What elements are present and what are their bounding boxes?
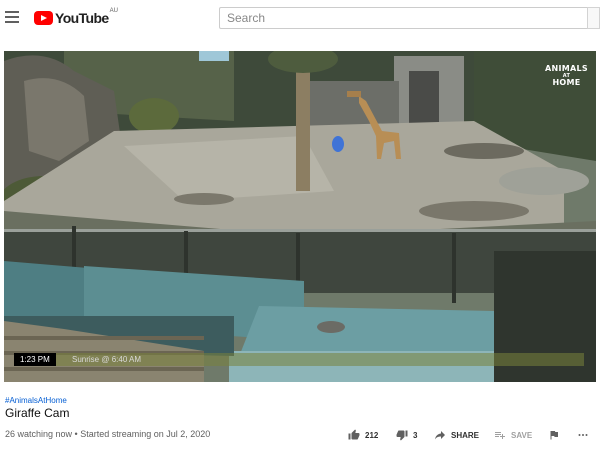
share-button[interactable]: SHARE <box>434 427 479 443</box>
thumbs-up-icon <box>348 429 360 440</box>
thumbs-down-icon <box>396 430 408 441</box>
watermark: ANIMALS AT HOME <box>545 65 588 87</box>
save-button[interactable]: SAVE <box>494 427 532 443</box>
dislike-count: 3 <box>413 430 418 440</box>
share-arrow-icon <box>435 431 445 440</box>
logo-region: AU <box>109 8 118 14</box>
clock-label: 1:23 PM <box>14 353 56 366</box>
share-label: SHARE <box>451 430 480 440</box>
playlist-add-icon <box>495 432 505 439</box>
search-placeholder: Search <box>227 11 266 25</box>
top-bar: YouTube AU Search <box>0 0 600 36</box>
logo-text: YouTube <box>55 10 109 26</box>
like-button[interactable]: 212 <box>348 427 378 443</box>
video-meta: 26 watching now • Started streaming on J… <box>5 429 211 439</box>
search-button[interactable] <box>587 7 600 29</box>
more-actions-button[interactable] <box>577 427 589 443</box>
more-horizontal-icon <box>578 434 588 436</box>
watermark-line1: ANIMALS <box>545 64 588 73</box>
video-title: Giraffe Cam <box>5 406 70 420</box>
search-input[interactable]: Search <box>219 7 587 29</box>
youtube-logo-icon <box>34 11 53 25</box>
dislike-button[interactable]: 3 <box>396 427 417 443</box>
sunrise-label: Sunrise @ 6:40 AM <box>72 355 142 364</box>
save-label: SAVE <box>511 430 533 440</box>
video-player[interactable]: ANIMALS AT HOME 1:23 PM Sunrise @ 6:40 A… <box>4 51 596 382</box>
video-frame <box>4 51 596 382</box>
like-count: 212 <box>365 430 379 440</box>
hashtag-link[interactable]: #AnimalsAtHome <box>5 396 67 405</box>
menu-icon[interactable] <box>5 11 19 23</box>
youtube-logo[interactable]: YouTube AU <box>34 8 118 26</box>
flag-icon <box>550 431 558 440</box>
report-button[interactable] <box>548 427 560 443</box>
watermark-line3: HOME <box>552 78 581 87</box>
